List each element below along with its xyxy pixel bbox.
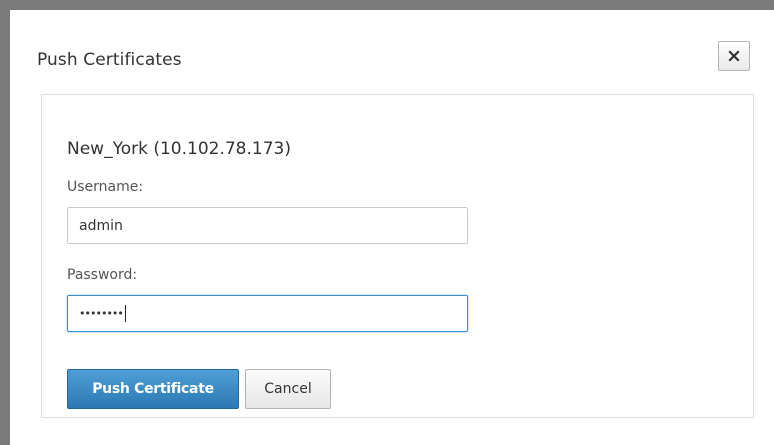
- close-button[interactable]: [718, 41, 750, 71]
- push-certificate-button[interactable]: Push Certificate: [67, 369, 239, 409]
- push-certificates-dialog: Push Certificates New_York (10.102.78.17…: [10, 10, 774, 445]
- form-panel: New_York (10.102.78.173) Username: Passw…: [41, 94, 754, 418]
- password-label: Password:: [67, 267, 138, 283]
- username-input[interactable]: [67, 207, 468, 244]
- backdrop-overlay-left: [0, 0, 10, 445]
- cancel-button[interactable]: Cancel: [245, 369, 331, 409]
- password-input[interactable]: [67, 295, 468, 332]
- backdrop-overlay-top: [0, 0, 774, 10]
- node-name: New_York (10.102.78.173): [67, 139, 291, 159]
- close-icon: [728, 50, 740, 62]
- username-label: Username:: [67, 179, 144, 195]
- dialog-title: Push Certificates: [37, 50, 182, 70]
